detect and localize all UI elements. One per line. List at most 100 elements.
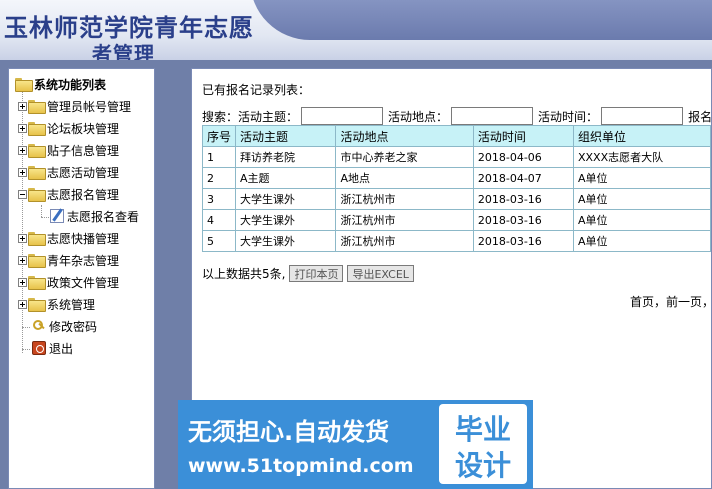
- col-header-place: 活动地点: [335, 125, 474, 147]
- cell-index: 2: [201, 167, 237, 189]
- cell-topic: 拜访养老院: [235, 146, 337, 168]
- export-excel-button[interactable]: 导出EXCEL: [347, 265, 414, 282]
- sidebar-item-policy-files[interactable]: 政策文件管理: [18, 272, 119, 292]
- cell-org: A单位: [572, 209, 711, 231]
- cell-index: 5: [201, 230, 237, 252]
- cell-index: 3: [201, 188, 237, 210]
- sidebar-item-signup-view[interactable]: 志愿报名查看: [50, 206, 139, 226]
- folder-icon: [28, 144, 46, 158]
- expand-icon[interactable]: [18, 277, 27, 287]
- badge-line2: 设计: [454, 449, 511, 482]
- expand-icon[interactable]: [18, 123, 27, 133]
- cell-place: A地点: [335, 167, 474, 189]
- expand-icon[interactable]: [18, 299, 27, 309]
- print-button[interactable]: 打印本页: [289, 265, 344, 282]
- expand-icon[interactable]: [18, 255, 27, 265]
- sidebar-item-logout[interactable]: 退出: [32, 338, 73, 358]
- folder-icon: [28, 232, 46, 246]
- tree-root-label: 系统功能列表: [34, 77, 107, 92]
- sidebar-tree: 系统功能列表 管理员帐号管理 论坛板块管理 贴子信息管理 志愿活动管理 志愿报名…: [8, 68, 155, 489]
- cell-time: 2018-03-16: [472, 209, 574, 231]
- header-banner: 玉林师范学院青年志愿 者管理: [0, 0, 712, 60]
- cell-time: 2018-03-16: [472, 230, 574, 252]
- folder-icon: [28, 276, 46, 290]
- cell-topic: 大学生课外: [235, 230, 337, 252]
- cell-time: 2018-03-16: [472, 188, 574, 210]
- signup-label: 报名人: [688, 109, 712, 124]
- sidebar-item-label: 志愿报名查看: [67, 209, 140, 224]
- sidebar-item-admin[interactable]: 管理员帐号管理: [18, 96, 131, 116]
- expand-icon[interactable]: [18, 145, 27, 155]
- list-title: 已有报名记录列表：: [202, 83, 311, 97]
- cell-index: 4: [201, 209, 237, 231]
- pagination[interactable]: 首页，前一页，: [630, 293, 711, 310]
- watermark-banner: 无须担心.自动发货 www.51topmind.com 毕业 设计: [178, 400, 533, 489]
- folder-icon: [28, 298, 46, 312]
- cell-index: 1: [201, 146, 237, 168]
- watermark-url: www.51topmind.com: [188, 455, 414, 477]
- collapse-icon[interactable]: [18, 189, 27, 199]
- key-icon: [32, 319, 46, 333]
- folder-icon: [28, 166, 46, 180]
- cell-time: 2018-04-06: [472, 146, 574, 168]
- sidebar-item-label: 志愿报名管理: [47, 187, 120, 202]
- sidebar-item-label: 政策文件管理: [47, 275, 120, 290]
- table-row: 1 拜访养老院 市中心养老之家 2018-04-06 XXXX志愿者大队: [201, 146, 711, 168]
- tree-root[interactable]: 系统功能列表: [15, 74, 106, 94]
- summary-bar: 以上数据共5条, 打印本页 导出EXCEL: [202, 265, 414, 282]
- folder-icon: [28, 100, 46, 114]
- sidebar-item-magazine[interactable]: 青年杂志管理: [18, 250, 119, 270]
- cell-org: A单位: [572, 167, 711, 189]
- sidebar-item-label: 论坛板块管理: [47, 121, 120, 136]
- sidebar-item-system[interactable]: 系统管理: [18, 294, 95, 314]
- cell-org: A单位: [572, 188, 711, 210]
- sidebar-item-posts[interactable]: 贴子信息管理: [18, 140, 119, 160]
- watermark-slogan: 无须担心.自动发货: [188, 418, 390, 446]
- col-header-org: 组织单位: [572, 125, 711, 147]
- folder-icon: [28, 254, 46, 268]
- cell-place: 市中心养老之家: [335, 146, 474, 168]
- header-decoration: [250, 0, 712, 40]
- sidebar-item-label: 系统管理: [47, 297, 96, 312]
- col-header-time: 活动时间: [472, 125, 574, 147]
- exit-icon: [32, 341, 46, 355]
- edit-document-icon: [50, 209, 64, 223]
- sidebar-item-quick-news[interactable]: 志愿快播管理: [18, 228, 119, 248]
- table-header-row: 序号 活动主题 活动地点 活动时间 组织单位: [201, 125, 711, 147]
- cell-org: A单位: [572, 230, 711, 252]
- system-subtitle: 者管理: [92, 42, 155, 60]
- sidebar-item-activities[interactable]: 志愿活动管理: [18, 162, 119, 182]
- badge-line1: 毕业: [454, 413, 511, 446]
- cell-place: 浙江杭州市: [335, 230, 474, 252]
- col-header-index: 序号: [201, 125, 237, 147]
- col-header-topic: 活动主题: [235, 125, 337, 147]
- place-search-input[interactable]: [451, 107, 534, 125]
- folder-icon: [28, 122, 46, 136]
- search-prefix: 搜索：: [202, 109, 239, 124]
- cell-topic: A主题: [235, 167, 337, 189]
- folder-open-icon: [28, 188, 46, 202]
- cell-time: 2018-04-07: [472, 167, 574, 189]
- sidebar-item-label: 退出: [49, 341, 74, 356]
- cell-topic: 大学生课外: [235, 188, 337, 210]
- table-row: 3 大学生课外 浙江杭州市 2018-03-16 A单位: [201, 188, 711, 210]
- sidebar-item-label: 志愿快播管理: [47, 231, 120, 246]
- folder-open-icon: [15, 78, 33, 92]
- place-label: 活动地点：: [388, 109, 449, 124]
- sidebar-item-label: 管理员帐号管理: [47, 99, 132, 114]
- expand-icon[interactable]: [18, 167, 27, 177]
- record-count-text: 以上数据共5条,: [202, 267, 286, 281]
- table-row: 4 大学生课外 浙江杭州市 2018-03-16 A单位: [201, 209, 711, 231]
- expand-icon[interactable]: [18, 233, 27, 243]
- topic-label: 活动主题：: [238, 109, 299, 124]
- time-search-input[interactable]: [601, 107, 684, 125]
- cell-topic: 大学生课外: [235, 209, 337, 231]
- sidebar-item-label: 志愿活动管理: [47, 165, 120, 180]
- expand-icon[interactable]: [18, 101, 27, 111]
- sidebar-item-label: 贴子信息管理: [47, 143, 120, 158]
- time-label: 活动时间：: [538, 109, 599, 124]
- sidebar-item-change-password[interactable]: 修改密码: [32, 316, 97, 336]
- sidebar-item-signups[interactable]: 志愿报名管理: [18, 184, 119, 204]
- sidebar-item-forum-boards[interactable]: 论坛板块管理: [18, 118, 119, 138]
- topic-search-input[interactable]: [301, 107, 384, 125]
